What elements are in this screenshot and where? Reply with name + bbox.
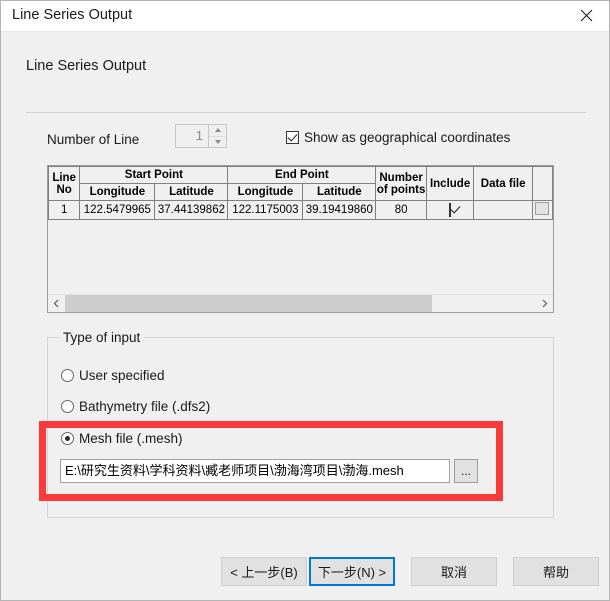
checkbox-checked-icon xyxy=(449,203,452,217)
header-end-latitude[interactable]: Latitude xyxy=(302,183,377,201)
type-of-input-title: Type of input xyxy=(59,330,145,345)
header-line-no-l2: No xyxy=(56,183,72,196)
scroll-left-button[interactable] xyxy=(48,295,65,312)
header-data-file[interactable]: Data file xyxy=(473,166,533,201)
dialog-window: Line Series Output Line Series Output Nu… xyxy=(0,0,610,601)
ellipsis-icon xyxy=(535,202,550,215)
radio-mesh-file-label: Mesh file (.mesh) xyxy=(79,431,183,446)
header-number-of-points[interactable]: Number of points xyxy=(375,166,427,201)
cell-number-of-points[interactable]: 80 xyxy=(375,200,427,220)
show-geographical-coordinates-checkbox[interactable]: Show as geographical coordinates xyxy=(286,130,510,145)
radio-unselected-icon xyxy=(61,369,74,382)
header-num-points-l2: of points xyxy=(376,183,426,196)
header-start-point[interactable]: Start Point xyxy=(79,166,229,184)
cell-browse-button[interactable] xyxy=(531,200,553,220)
page-title: Line Series Output xyxy=(26,58,147,74)
stepper-increment-button[interactable] xyxy=(209,125,226,137)
next-button[interactable]: 下一步(N) > xyxy=(309,557,395,586)
chevron-up-icon xyxy=(214,128,221,133)
radio-bathymetry-file[interactable]: Bathymetry file (.dfs2) xyxy=(61,399,210,414)
header-end-longitude[interactable]: Longitude xyxy=(227,183,304,201)
cell-line-no[interactable]: 1 xyxy=(48,200,81,220)
number-of-line-value[interactable]: 1 xyxy=(176,125,208,147)
table-horizontal-scrollbar[interactable] xyxy=(48,294,553,312)
cell-start-longitude[interactable]: 122.5479965 xyxy=(79,200,156,220)
close-icon xyxy=(580,9,593,22)
radio-unselected-icon xyxy=(61,400,74,413)
number-of-line-stepper[interactable]: 1 xyxy=(175,124,227,148)
radio-user-specified-label: User specified xyxy=(79,368,165,383)
stepper-arrows xyxy=(208,125,226,147)
cell-start-latitude[interactable]: 37.44139862 xyxy=(154,200,229,220)
header-extra-column[interactable] xyxy=(531,166,553,201)
header-divider xyxy=(26,112,586,113)
header-end-point[interactable]: End Point xyxy=(227,166,377,184)
cell-include-checkbox[interactable] xyxy=(425,200,475,220)
table: Line No Start Point End Point Number of … xyxy=(48,166,553,220)
type-of-input-groupbox xyxy=(47,337,554,518)
table-row[interactable]: 1 122.5479965 37.44139862 122.1175003 39… xyxy=(48,200,553,220)
cell-data-file[interactable] xyxy=(473,200,533,220)
cell-end-longitude[interactable]: 122.1175003 xyxy=(227,200,304,220)
radio-bathymetry-file-label: Bathymetry file (.dfs2) xyxy=(79,399,211,414)
cancel-button[interactable]: 取消 xyxy=(411,557,497,586)
title-bar: Line Series Output xyxy=(1,1,609,32)
radio-mesh-file[interactable]: Mesh file (.mesh) xyxy=(61,431,183,446)
window-title: Line Series Output xyxy=(12,7,133,23)
stepper-decrement-button[interactable] xyxy=(209,137,226,148)
chevron-left-icon xyxy=(53,299,59,308)
radio-selected-icon xyxy=(61,432,74,445)
scroll-right-button[interactable] xyxy=(536,295,553,312)
header-start-longitude[interactable]: Longitude xyxy=(79,183,156,201)
header-num-points-l1: Number xyxy=(379,171,423,184)
radio-user-specified[interactable]: User specified xyxy=(61,368,165,383)
chevron-down-icon xyxy=(214,139,221,144)
header-line-no[interactable]: Line No xyxy=(48,166,81,201)
close-button[interactable] xyxy=(563,1,609,30)
checkbox-checked-icon xyxy=(286,131,299,144)
header-line-no-l1: Line xyxy=(52,171,76,184)
scrollbar-track[interactable] xyxy=(65,295,536,312)
cell-end-latitude[interactable]: 39.19419860 xyxy=(302,200,377,220)
show-geographical-coordinates-label: Show as geographical coordinates xyxy=(304,130,511,145)
table-header-row-top: Line No Start Point End Point Number of … xyxy=(48,166,553,201)
mesh-file-path-input[interactable]: E:\研究生资料\学科资料\臧老师项目\渤海湾项目\渤海.mesh xyxy=(60,459,450,483)
back-button[interactable]: < 上一步(B) xyxy=(221,557,307,586)
header-start-latitude[interactable]: Latitude xyxy=(154,183,229,201)
line-series-table[interactable]: Line No Start Point End Point Number of … xyxy=(47,165,554,313)
help-button[interactable]: 帮助 xyxy=(513,557,599,586)
chevron-right-icon xyxy=(542,299,548,308)
mesh-file-browse-button[interactable]: ... xyxy=(454,459,478,483)
scrollbar-thumb[interactable] xyxy=(65,295,432,312)
header-include[interactable]: Include xyxy=(425,166,475,201)
number-of-line-label: Number of Line xyxy=(47,132,140,147)
